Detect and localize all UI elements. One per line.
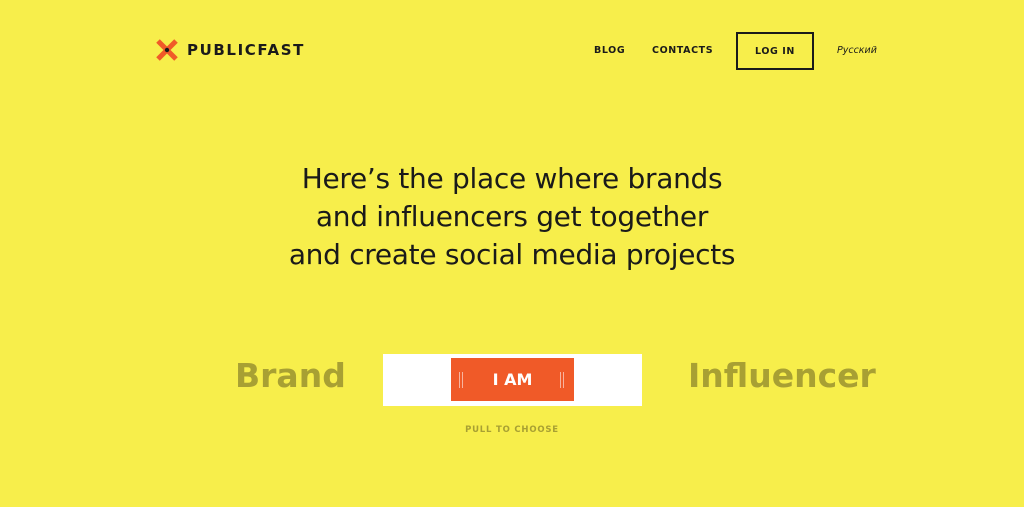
- language-switch-link[interactable]: Русский: [837, 45, 877, 56]
- i-am-slider-handle[interactable]: I AM: [451, 358, 574, 401]
- hero-line-1: Here’s the place where brands: [301, 162, 723, 195]
- hero-line-3: and create social media projects: [288, 238, 736, 271]
- slider-label: I AM: [492, 370, 533, 389]
- pull-to-choose-hint: PULL TO CHOOSE: [465, 425, 559, 435]
- login-button[interactable]: LOG IN: [736, 32, 814, 70]
- influencer-option[interactable]: Influencer: [688, 354, 876, 398]
- top-nav: BLOG CONTACTS LOG IN Русский: [0, 32, 1024, 70]
- nav-contacts-link[interactable]: CONTACTS: [652, 45, 713, 56]
- nav-blog-link[interactable]: BLOG: [594, 45, 625, 56]
- landing-page: PUBLICFAST BLOG CONTACTS LOG IN Русский …: [0, 0, 1024, 507]
- hero-line-2: and influencers get together: [315, 200, 709, 233]
- grip-lines-icon: [560, 372, 566, 388]
- brand-option[interactable]: Brand: [235, 354, 346, 398]
- hero-headline: Here’s the place where brands and influe…: [0, 160, 1024, 274]
- grip-lines-icon: [459, 372, 465, 388]
